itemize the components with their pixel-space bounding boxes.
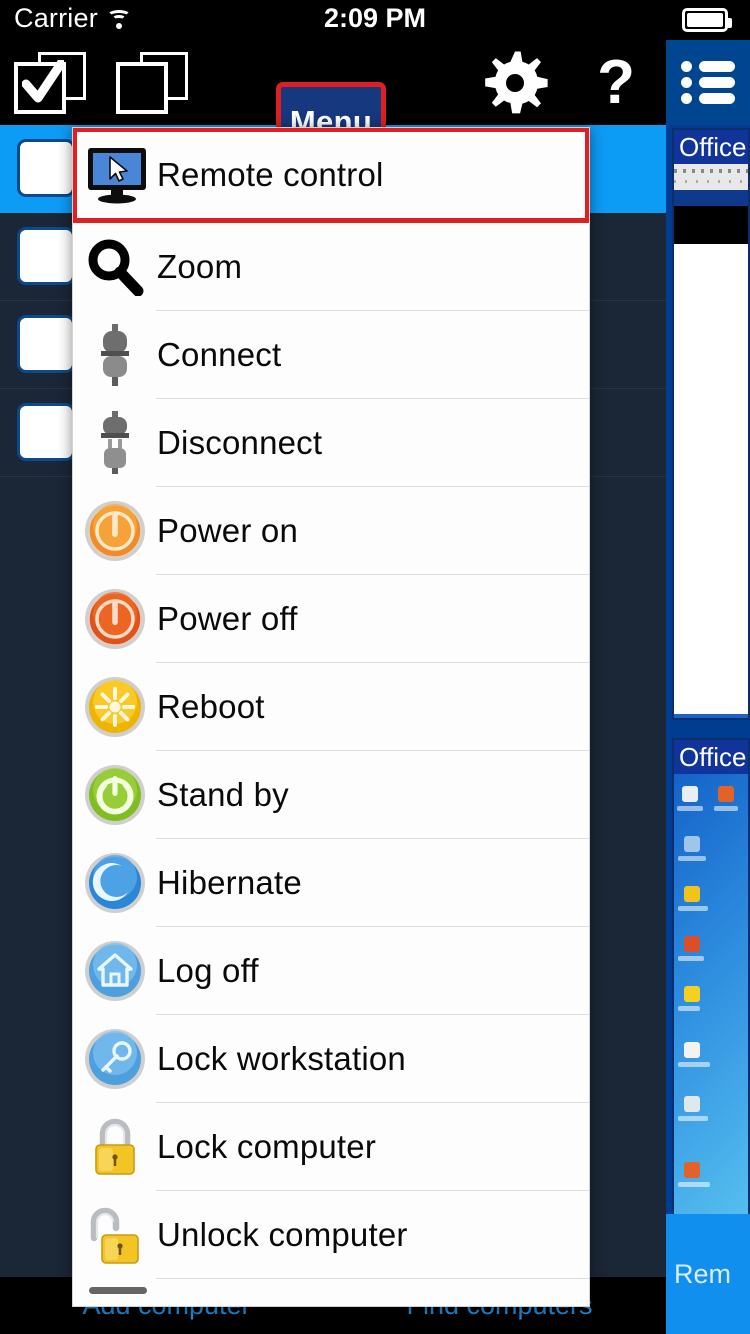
power-off-orb-icon-svg [85, 589, 145, 649]
plug-disconnected-icon [73, 399, 157, 487]
power-on-orb-icon-svg [85, 501, 145, 561]
menu-item-power-off[interactable]: Power off [73, 575, 589, 663]
menu-scroll-indicator[interactable] [89, 1287, 147, 1294]
plug-connected-icon [73, 311, 157, 399]
menu-item-unlock-computer[interactable]: Unlock computer [73, 1191, 589, 1279]
menu-item-log-off[interactable]: Log off [73, 927, 589, 1015]
menu-item-lock-computer[interactable]: Lock computer [73, 1103, 589, 1191]
preview-card[interactable]: Office [672, 128, 750, 720]
reboot-orb-icon [73, 663, 157, 751]
plug-connected-icon-svg [101, 324, 129, 386]
power-off-orb-icon [73, 575, 157, 663]
remote-button[interactable]: Rem [666, 1214, 750, 1334]
key-orb-icon-svg [85, 1029, 145, 1089]
key-orb-icon [73, 1015, 157, 1103]
menu-item-reboot[interactable]: Reboot [73, 663, 589, 751]
menu-item-stand-by[interactable]: Stand by [73, 751, 589, 839]
menu-item-remote-control[interactable]: Remote control [73, 128, 589, 223]
menu-item-label: Unlock computer [157, 1216, 408, 1253]
deselect-all-icon [116, 51, 188, 114]
menu-item-label: Disconnect [157, 424, 323, 461]
preview-title: Office [674, 740, 748, 774]
select-all-icon [14, 51, 86, 114]
clock-label: 2:09 PM [323, 3, 427, 33]
list-view-button[interactable] [666, 40, 750, 125]
menu-item-disconnect[interactable]: Disconnect [73, 399, 589, 487]
preview-toolbar-strip [674, 164, 748, 190]
menu-item-power-on[interactable]: Power on [73, 487, 589, 575]
gear-icon [485, 51, 548, 113]
select-all-button[interactable] [8, 40, 92, 125]
menu-popover[interactable]: Remote control Zoom Connect Disconnect P… [72, 127, 590, 1307]
menu-separator [156, 1278, 589, 1279]
preview-column: Office Office [672, 128, 750, 1238]
deselect-all-button[interactable] [110, 40, 194, 125]
menu-item-label: Reboot [157, 688, 265, 725]
padlock-closed-icon [73, 1103, 157, 1191]
help-button[interactable]: ? [578, 40, 654, 125]
padlock-open-icon-svg [90, 1207, 139, 1264]
menu-item-label: Lock workstation [157, 1040, 406, 1077]
magnifier-icon [73, 223, 157, 311]
logoff-home-icon [73, 927, 157, 1015]
menu-item-label: Hibernate [157, 864, 302, 901]
standby-orb-icon-svg [85, 765, 145, 825]
menu-item-label: Remote control [157, 156, 384, 193]
reboot-orb-icon-svg [85, 677, 145, 737]
checkmark-icon [22, 59, 64, 102]
preview-title: Office [674, 130, 748, 164]
preview-band [674, 190, 748, 206]
menu-item-label: Zoom [157, 248, 243, 285]
menu-item-label: Stand by [157, 776, 289, 813]
menu-item-connect[interactable]: Connect [73, 311, 589, 399]
settings-button[interactable] [470, 40, 560, 125]
power-on-orb-icon [73, 487, 157, 575]
logoff-home-icon-svg [85, 941, 145, 1001]
hibernate-moon-icon [73, 839, 157, 927]
monitor-cursor-icon-svg [88, 148, 146, 204]
padlock-closed-icon-svg [95, 1118, 135, 1175]
menu-item-lock-workstation[interactable]: Lock workstation [73, 1015, 589, 1103]
menu-item-label: Power off [157, 600, 298, 637]
menu-item-label: Power on [157, 512, 299, 549]
preview-document-area [674, 244, 748, 714]
battery-icon [682, 8, 732, 32]
computer-thumbnail[interactable] [17, 315, 75, 373]
menu-item-hibernate[interactable]: Hibernate [73, 839, 589, 927]
plug-disconnected-icon-svg [101, 411, 129, 474]
menu-item-zoom[interactable]: Zoom [73, 223, 589, 311]
standby-orb-icon [73, 751, 157, 839]
computer-thumbnail[interactable] [17, 403, 75, 461]
list-view-icon [681, 56, 735, 109]
monitor-cursor-icon [77, 131, 157, 219]
menu-item-label: Connect [157, 336, 282, 373]
computer-thumbnail[interactable] [17, 227, 75, 285]
computer-thumbnail[interactable] [17, 139, 75, 197]
preview-desktop [674, 774, 748, 1236]
preview-card[interactable]: Office [672, 738, 750, 1238]
preview-taskbar [674, 714, 748, 718]
menu-item-label: Lock computer [157, 1128, 377, 1165]
menu-item-label: Log off [157, 952, 259, 989]
magnifier-icon-svg [88, 239, 144, 296]
hibernate-moon-icon-svg [85, 853, 145, 913]
status-bar: Carrier 2:09 PM [0, 0, 750, 40]
padlock-open-icon [73, 1191, 157, 1279]
preview-dark-area [674, 206, 748, 244]
toolbar: Menu ? [0, 40, 666, 162]
